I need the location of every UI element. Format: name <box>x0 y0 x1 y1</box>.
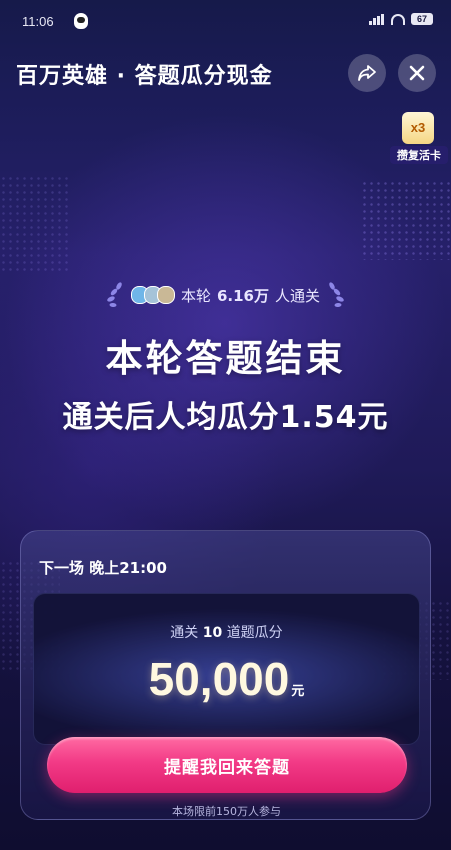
battery-icon: 67 <box>411 13 433 25</box>
round-ended-headline: 本轮答题结束 <box>105 337 346 380</box>
signal-icon <box>369 13 385 25</box>
status-time: 11:06 <box>22 14 54 29</box>
passed-count-row: 本轮 6.16万 人通关 <box>0 281 451 309</box>
page-title: 百万英雄 · 答题瓜分现金 <box>16 64 273 89</box>
prize-panel: 通关 10 道题瓜分 50,000 元 <box>33 593 420 745</box>
prize-question-count: 10 <box>202 625 223 641</box>
share-button[interactable] <box>348 54 386 92</box>
avatar <box>156 286 175 304</box>
laurel-left-icon <box>107 282 122 308</box>
next-game-card: 下一场 晚上21:00 通关 10 道题瓜分 50,000 元 提醒我回来答题 本… <box>20 530 431 820</box>
prize-condition: 通关 10 道题瓜分 <box>34 622 419 642</box>
prize-amount: 50,000 元 <box>34 652 419 706</box>
player-avatars <box>130 286 175 304</box>
revive-card-badge[interactable]: x3 攒复活卡 <box>390 112 448 164</box>
prize-unit: 元 <box>291 684 305 699</box>
passed-prefix: 本轮 <box>180 286 211 305</box>
prize-value: 50,000 <box>148 653 290 705</box>
wifi-icon <box>391 13 405 25</box>
revive-card-count: x3 <box>402 112 434 144</box>
dot-pattern-decoration <box>361 180 451 260</box>
passed-count: 6.16万 <box>216 286 269 305</box>
close-button[interactable] <box>398 54 436 92</box>
participant-limit-note: 本场限前150万人参与 <box>172 805 281 818</box>
prize-prefix: 通关 <box>170 625 199 641</box>
per-person-payout: 通关后人均瓜分1.54元 <box>62 400 389 435</box>
status-icons: 67 <box>369 13 433 25</box>
qq-notification-icon <box>74 13 88 29</box>
dot-pattern-decoration <box>0 175 70 275</box>
revive-card-label: 攒复活卡 <box>390 146 448 164</box>
status-bar: 11:06 67 <box>0 0 451 40</box>
laurel-right-icon <box>329 282 344 308</box>
remind-me-button[interactable]: 提醒我回来答题 <box>47 737 407 793</box>
share-icon <box>358 65 376 81</box>
passed-suffix: 人通关 <box>275 286 321 305</box>
prize-suffix: 道题瓜分 <box>226 625 283 641</box>
close-icon <box>409 65 425 81</box>
next-game-time: 下一场 晚上21:00 <box>39 559 167 577</box>
